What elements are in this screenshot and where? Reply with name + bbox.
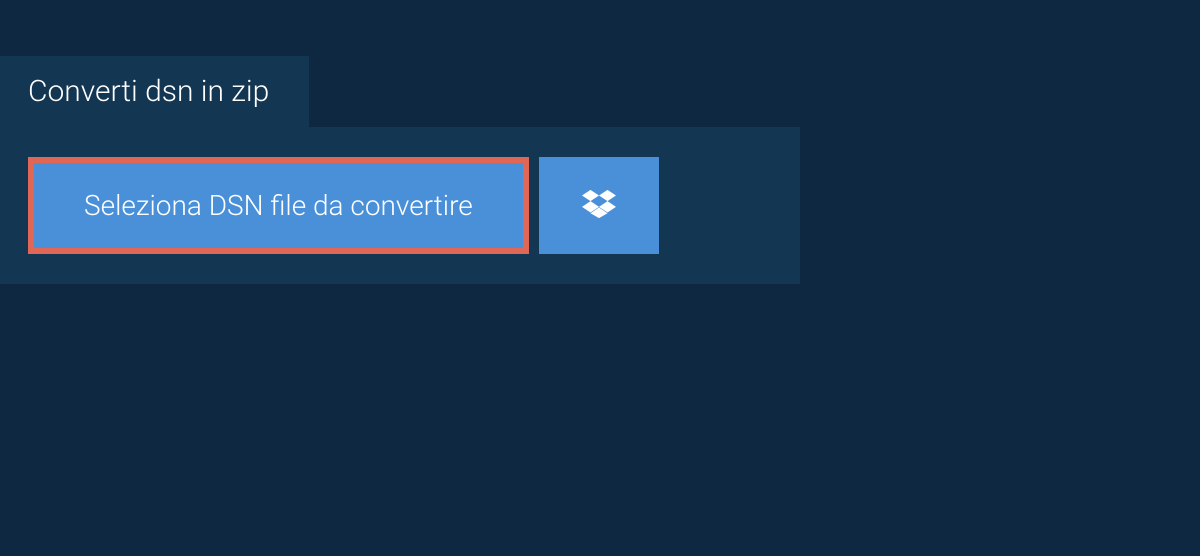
select-file-button[interactable]: Seleziona DSN file da convertire xyxy=(28,157,529,254)
content-panel: Seleziona DSN file da convertire xyxy=(0,127,800,284)
tab-label: Converti dsn in zip xyxy=(28,74,269,109)
tab-convert[interactable]: Converti dsn in zip xyxy=(0,56,309,127)
select-file-label: Seleziona DSN file da convertire xyxy=(84,189,473,222)
dropbox-icon xyxy=(582,187,616,225)
dropbox-button[interactable] xyxy=(539,157,659,254)
